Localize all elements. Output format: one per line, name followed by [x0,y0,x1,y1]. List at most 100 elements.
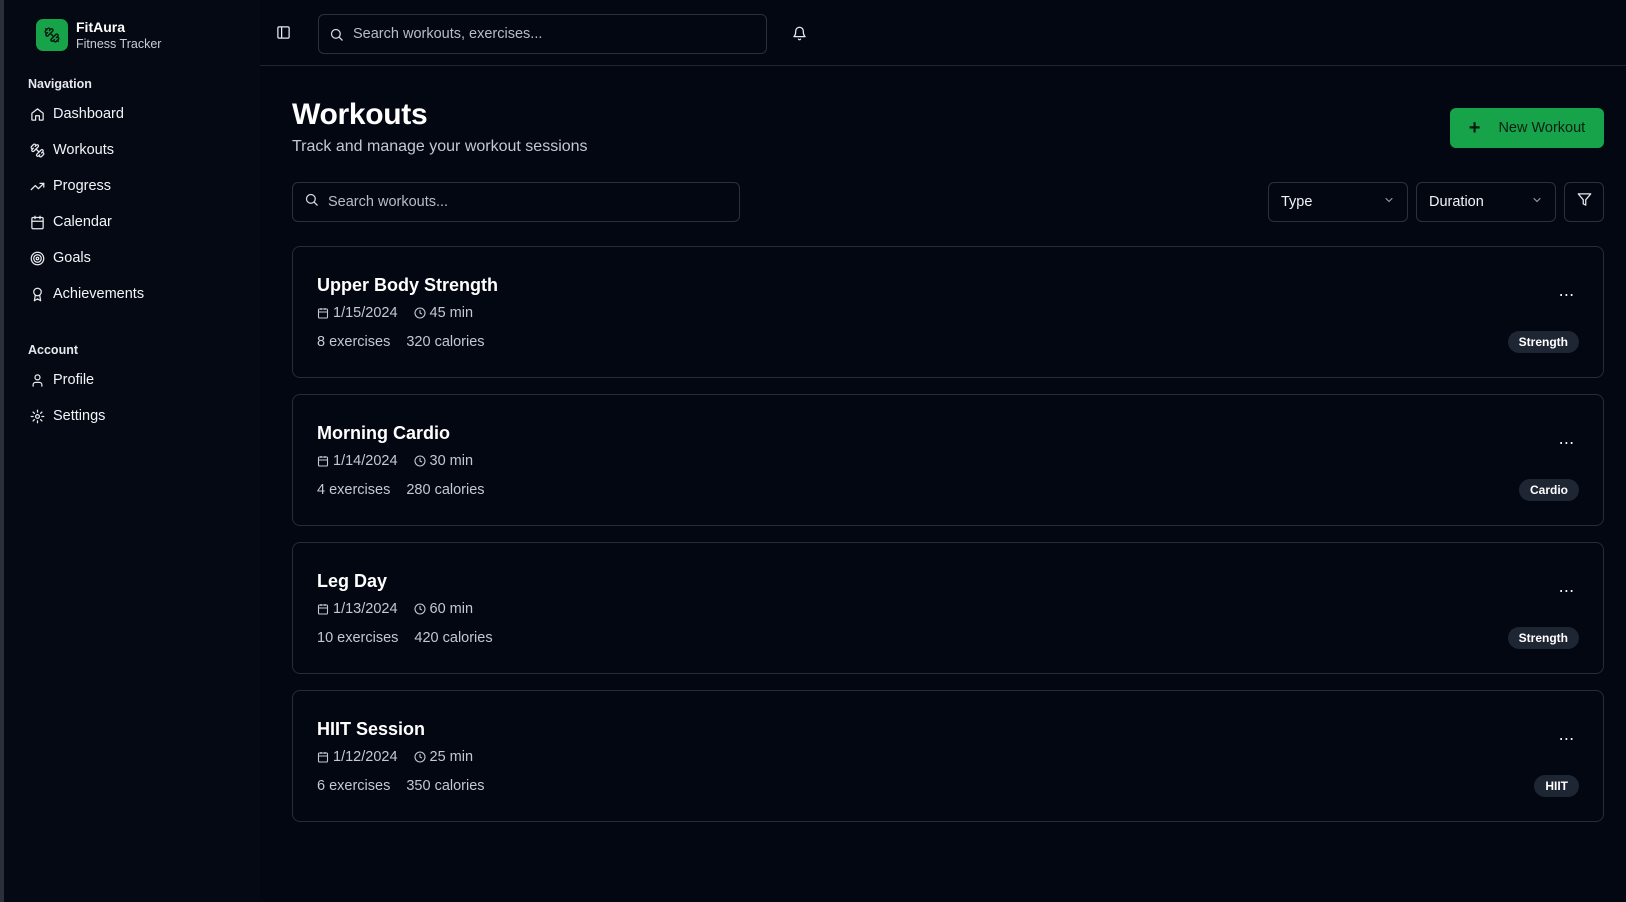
workout-title: HIIT Session [317,719,426,739]
workout-date: 1/13/2024 [333,601,398,617]
workout-exercises: 4 exercises [317,482,391,498]
calendar-icon [317,603,329,615]
chevron-down-icon [1383,193,1395,211]
dumbbell-icon [29,142,45,158]
clock-icon [413,455,426,467]
workout-date: 1/14/2024 [333,453,398,469]
workout-calories: 420 calories [414,630,493,646]
calendar-icon [29,214,45,230]
search-icon [304,192,319,212]
sidebar-toggle-icon[interactable] [274,23,292,41]
user-icon [29,372,45,388]
bell-icon[interactable] [790,24,808,42]
workout-title: Upper Body Strength [317,275,499,295]
workout-type-badge: Cardio [1518,479,1579,501]
global-search-input[interactable]: Search workouts, exercises... [318,14,767,54]
workout-card[interactable]: Leg Day 1/13/2024 60 min 10 exercises 42… [292,542,1604,674]
workout-date: 1/12/2024 [333,749,398,765]
sidebar-item-settings[interactable]: Settings [4,398,260,434]
type-select-value: Type [1281,194,1313,210]
nav-heading: Navigation [28,77,92,91]
sidebar-item-label: Profile [53,372,95,388]
workout-list: Upper Body Strength 1/15/2024 45 min 8 e… [292,246,1604,838]
brand-name: FitAura [76,18,125,35]
workout-stats: 6 exercises 350 calories [317,778,501,794]
sidebar-item-label: Settings [53,408,106,424]
sidebar-item-dashboard[interactable]: Dashboard [4,96,260,132]
workout-duration: 60 min [429,601,474,617]
workout-card[interactable]: HIIT Session 1/12/2024 25 min 6 exercise… [292,690,1604,822]
calendar-icon [317,307,329,319]
type-select[interactable]: Type [1268,182,1408,222]
more-options-icon[interactable]: ⋯ [1557,433,1577,453]
clock-icon [413,751,426,763]
page-subtitle: Track and manage your workout sessions [292,138,588,155]
sidebar-item-workouts[interactable]: Workouts [4,132,260,168]
workout-exercises: 10 exercises [317,630,399,646]
calendar-icon [317,751,329,763]
duration-select[interactable]: Duration [1416,182,1556,222]
workout-search-input[interactable]: Search workouts... [292,182,740,222]
sidebar-item-label: Workouts [53,142,114,158]
topbar: Search workouts, exercises... [260,0,1626,66]
workout-calories: 280 calories [406,482,485,498]
dumbbell-logo-icon [36,19,68,51]
app-frame: FitAura Fitness Tracker Navigation Dashb… [4,0,1626,902]
search-icon [329,26,345,42]
workout-stats: 10 exercises 420 calories [317,630,509,646]
workout-duration: 45 min [429,305,474,321]
sidebar-item-label: Calendar [53,214,112,230]
workout-duration: 25 min [429,749,474,765]
workout-type-badge: HIIT [1534,775,1579,797]
new-workout-label: New Workout [1498,120,1586,136]
page-title: Workouts [292,98,428,131]
workout-type-badge: Strength [1507,627,1579,649]
sidebar: FitAura Fitness Tracker Navigation Dashb… [4,0,260,902]
workout-stats: 8 exercises 320 calories [317,334,501,350]
workout-meta: 1/12/2024 25 min [317,749,489,765]
award-icon [29,286,45,302]
workout-meta: 1/14/2024 30 min [317,453,489,469]
workout-exercises: 6 exercises [317,778,391,794]
sidebar-item-goals[interactable]: Goals [4,240,260,276]
home-icon [29,106,45,122]
filter-button[interactable] [1564,182,1604,222]
sidebar-item-label: Achievements [53,286,145,302]
nav-heading: Account [28,343,78,357]
sidebar-item-profile[interactable]: Profile [4,362,260,398]
plus-icon: + [1468,117,1481,139]
workout-calories: 350 calories [406,778,485,794]
workout-meta: 1/13/2024 60 min [317,601,489,617]
nav-section-account: Account Profile Settings [4,338,260,434]
brand[interactable]: FitAura Fitness Tracker [4,18,260,52]
workout-type-badge: Strength [1507,331,1579,353]
workout-duration: 30 min [429,453,474,469]
clock-icon [413,603,426,615]
workout-card[interactable]: Morning Cardio 1/14/2024 30 min 4 exerci… [292,394,1604,526]
duration-select-value: Duration [1429,194,1484,210]
sidebar-item-achievements[interactable]: Achievements [4,276,260,312]
search-placeholder: Search workouts, exercises... [353,26,543,42]
trending-up-icon [29,178,45,194]
nav-section-navigation: Navigation Dashboard Workouts Progress C… [4,72,260,312]
filter-icon [1577,192,1592,212]
search-placeholder: Search workouts... [328,194,449,210]
new-workout-button[interactable]: + New Workout [1450,108,1604,148]
workout-calories: 320 calories [406,334,485,350]
more-options-icon[interactable]: ⋯ [1557,285,1577,305]
sidebar-item-calendar[interactable]: Calendar [4,204,260,240]
sidebar-item-label: Progress [53,178,112,194]
main-area: Search workouts, exercises... Workouts T… [260,0,1626,902]
brand-subtitle: Fitness Tracker [76,36,162,51]
workout-meta: 1/15/2024 45 min [317,305,489,321]
gear-icon [29,408,45,424]
workout-card[interactable]: Upper Body Strength 1/15/2024 45 min 8 e… [292,246,1604,378]
workout-stats: 4 exercises 280 calories [317,482,501,498]
more-options-icon[interactable]: ⋯ [1557,729,1577,749]
sidebar-item-progress[interactable]: Progress [4,168,260,204]
sidebar-item-label: Goals [53,250,91,266]
clock-icon [413,307,426,319]
workout-exercises: 8 exercises [317,334,391,350]
more-options-icon[interactable]: ⋯ [1557,581,1577,601]
target-icon [29,250,45,266]
